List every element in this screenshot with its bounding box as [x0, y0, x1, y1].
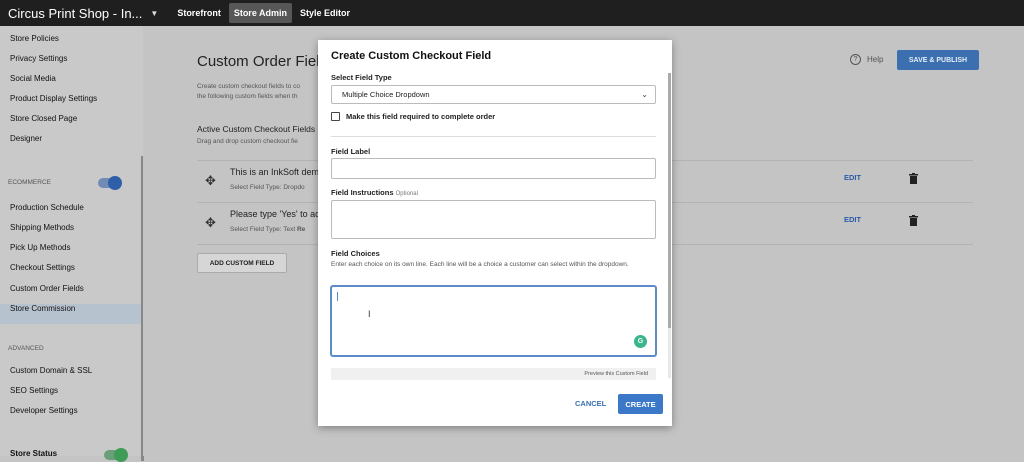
- help-label: Help: [867, 55, 884, 64]
- cancel-button[interactable]: CANCEL: [575, 399, 606, 408]
- field-label-input[interactable]: [331, 158, 656, 179]
- sidebar-item-custom-domain-ssl[interactable]: Custom Domain & SSL: [10, 366, 92, 375]
- edit-button[interactable]: EDIT: [844, 173, 861, 182]
- scrollbar-thumb[interactable]: [668, 73, 671, 328]
- sidebar: Store Policies Privacy Settings Social M…: [0, 26, 144, 462]
- sidebar-item-seo-settings[interactable]: SEO Settings: [10, 386, 58, 395]
- divider: [331, 136, 656, 137]
- shop-selector[interactable]: Circus Print Shop - In...: [8, 6, 142, 21]
- drag-handle-icon[interactable]: ✥: [205, 215, 216, 231]
- toggle-knob: [108, 176, 122, 190]
- sidebar-item-product-display-settings[interactable]: Product Display Settings: [10, 94, 97, 103]
- edit-button[interactable]: EDIT: [844, 215, 861, 224]
- sidebar-item-store-closed-page[interactable]: Store Closed Page: [10, 114, 77, 123]
- preview-link[interactable]: Preview this Custom Field: [331, 368, 656, 380]
- chevron-down-icon: ⌄: [641, 90, 648, 99]
- ecommerce-toggle[interactable]: [98, 176, 122, 190]
- drag-handle-icon[interactable]: ✥: [205, 173, 216, 189]
- create-button[interactable]: CREATE: [618, 394, 663, 414]
- save-publish-button[interactable]: SAVE & PUBLISH: [897, 50, 979, 70]
- section-advanced: ADVANCED: [8, 345, 44, 352]
- field-instructions-textarea[interactable]: [331, 200, 656, 239]
- text-cursor: [337, 292, 338, 301]
- field-choices-textarea[interactable]: I G: [331, 286, 656, 356]
- sidebar-item-shipping-methods[interactable]: Shipping Methods: [10, 223, 74, 232]
- sidebar-item-pick-up-methods[interactable]: Pick Up Methods: [10, 243, 70, 252]
- modal-body: Select Field Type Multiple Choice Dropdo…: [318, 70, 672, 380]
- top-nav: Storefront Store Admin Style Editor: [172, 3, 358, 23]
- store-status-toggle[interactable]: [104, 448, 128, 462]
- page-description-line: Create custom checkout fields to co: [197, 83, 300, 90]
- field-title: This is an InkSoft dem: [230, 167, 320, 177]
- caret-down-icon[interactable]: ▼: [150, 9, 158, 18]
- field-instructions-label: Field Instructions Optional: [331, 188, 418, 197]
- section-ecommerce: ECOMMERCE: [8, 179, 51, 186]
- nav-style-editor[interactable]: Style Editor: [295, 3, 355, 23]
- field-label-label: Field Label: [331, 147, 371, 156]
- field-choices-label: Field Choices: [331, 249, 380, 258]
- field-instructions-text: Field Instructions: [331, 188, 394, 197]
- active-fields-description: Drag and drop custom checkout fie: [197, 138, 298, 145]
- field-required-text: Re: [296, 226, 306, 233]
- trash-icon[interactable]: [909, 215, 918, 226]
- sidebar-item-store-commission[interactable]: Store Commission: [10, 304, 75, 313]
- sidebar-item-custom-order-fields[interactable]: Custom Order Fields: [10, 284, 84, 293]
- grammarly-icon[interactable]: G: [634, 335, 647, 348]
- store-status-label: Store Status: [10, 449, 58, 458]
- optional-tag: Optional: [395, 191, 418, 197]
- top-bar: Circus Print Shop - In... ▼ Storefront S…: [0, 0, 1024, 26]
- sidebar-item-designer[interactable]: Designer: [10, 134, 42, 143]
- toggle-knob: [114, 448, 128, 462]
- sidebar-item-production-schedule[interactable]: Production Schedule: [10, 203, 84, 212]
- field-type: Select Field Type: Text Re: [230, 226, 305, 233]
- sidebar-item-developer-settings[interactable]: Developer Settings: [10, 406, 78, 415]
- page-description: Create custom checkout fields to co the …: [197, 82, 300, 102]
- sidebar-item-social-media[interactable]: Social Media: [10, 74, 56, 83]
- field-type-select[interactable]: Multiple Choice Dropdown ⌄: [331, 85, 656, 104]
- sidebar-item-store-policies[interactable]: Store Policies: [10, 34, 59, 43]
- required-label: Make this field required to complete ord…: [346, 112, 496, 121]
- sidebar-item-checkout-settings[interactable]: Checkout Settings: [10, 263, 75, 272]
- select-field-type-label: Select Field Type: [331, 73, 392, 82]
- modal-scrollbar[interactable]: [668, 73, 671, 378]
- sidebar-item-privacy-settings[interactable]: Privacy Settings: [10, 54, 67, 63]
- nav-store-admin[interactable]: Store Admin: [228, 3, 292, 23]
- trash-icon[interactable]: [909, 173, 918, 184]
- ibeam-cursor-icon: I: [368, 309, 371, 319]
- page-description-line: the following custom fields when th: [197, 93, 298, 100]
- help-link[interactable]: ? Help: [850, 54, 883, 65]
- help-icon: ?: [850, 54, 861, 65]
- page-title: Custom Order Fields: [197, 53, 336, 70]
- add-custom-field-button[interactable]: ADD CUSTOM FIELD: [197, 253, 287, 273]
- required-checkbox[interactable]: [331, 112, 340, 121]
- modal-title: Create Custom Checkout Field: [331, 50, 492, 62]
- nav-storefront[interactable]: Storefront: [172, 3, 226, 23]
- required-checkbox-row[interactable]: Make this field required to complete ord…: [331, 112, 495, 121]
- field-choices-help: Enter each choice on its own line. Each …: [331, 261, 629, 268]
- field-type-text: Select Field Type: Text: [230, 226, 296, 233]
- create-field-modal: Create Custom Checkout Field Select Fiel…: [318, 40, 672, 426]
- field-type-value: Multiple Choice Dropdown: [342, 90, 430, 99]
- field-type: Select Field Type: Dropdo: [230, 184, 305, 191]
- field-title: Please type 'Yes' to ac: [230, 209, 320, 219]
- active-fields-title: Active Custom Checkout Fields: [197, 124, 316, 134]
